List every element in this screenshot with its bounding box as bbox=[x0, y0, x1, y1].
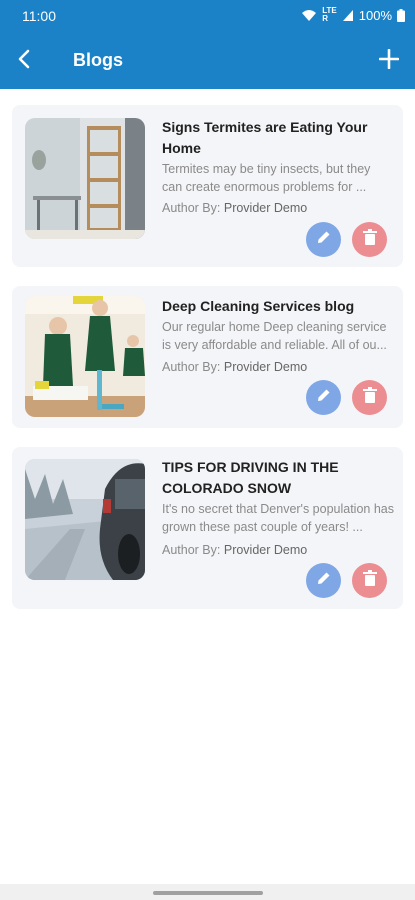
blog-card[interactable]: Signs Termites are Eating Your Home Term… bbox=[12, 105, 403, 267]
blog-thumbnail bbox=[25, 459, 145, 580]
edit-button[interactable] bbox=[306, 563, 341, 598]
battery-icon bbox=[397, 8, 405, 22]
author-label: Author By: bbox=[162, 543, 221, 557]
plus-icon bbox=[378, 48, 400, 74]
blog-card[interactable]: Deep Cleaning Services blog Our regular … bbox=[12, 286, 403, 428]
edit-button[interactable] bbox=[306, 222, 341, 257]
home-gesture-pill[interactable] bbox=[153, 891, 263, 895]
delete-button[interactable] bbox=[352, 563, 387, 598]
chevron-left-icon bbox=[17, 49, 31, 74]
delete-button[interactable] bbox=[352, 222, 387, 257]
blog-author: Author By: Provider Demo bbox=[162, 201, 307, 215]
delete-button[interactable] bbox=[352, 380, 387, 415]
blog-card[interactable]: TIPS FOR DRIVING IN THE COLORADO SNOW It… bbox=[12, 447, 403, 609]
system-nav-bar bbox=[0, 884, 415, 900]
blog-thumbnail bbox=[25, 118, 145, 239]
back-button[interactable] bbox=[10, 47, 38, 75]
wifi-icon bbox=[301, 9, 317, 22]
signal-icon bbox=[342, 9, 354, 22]
add-blog-button[interactable] bbox=[375, 47, 403, 75]
lte-icon: LTE R bbox=[322, 6, 337, 23]
blog-title[interactable]: TIPS FOR DRIVING IN THE COLORADO SNOW bbox=[162, 457, 382, 499]
pencil-icon bbox=[316, 570, 332, 591]
author-label: Author By: bbox=[162, 201, 221, 215]
blog-title[interactable]: Signs Termites are Eating Your Home bbox=[162, 117, 382, 159]
app-bar: Blogs bbox=[0, 33, 415, 89]
edit-button[interactable] bbox=[306, 380, 341, 415]
blog-excerpt: Our regular home Deep cleaning service i… bbox=[162, 320, 387, 352]
trash-icon bbox=[362, 570, 377, 591]
author-name: Provider Demo bbox=[223, 360, 308, 374]
blog-excerpt: It's no secret that Denver's population … bbox=[162, 502, 394, 534]
author-name: Provider Demo bbox=[223, 201, 308, 215]
battery-text: 100% bbox=[358, 7, 392, 23]
blog-title[interactable]: Deep Cleaning Services blog bbox=[162, 296, 382, 317]
blog-thumbnail bbox=[25, 296, 145, 417]
blog-author: Author By: Provider Demo bbox=[162, 543, 307, 557]
status-icons: LTE R 100% bbox=[301, 7, 405, 23]
author-name: Provider Demo bbox=[223, 543, 308, 557]
status-bar: 11:00 LTE R 100% bbox=[0, 0, 415, 33]
pencil-icon bbox=[316, 229, 332, 250]
pencil-icon bbox=[316, 387, 332, 408]
author-label: Author By: bbox=[162, 360, 221, 374]
page-title: Blogs bbox=[73, 50, 124, 70]
trash-icon bbox=[362, 387, 377, 408]
blog-author: Author By: Provider Demo bbox=[162, 360, 307, 374]
trash-icon bbox=[362, 229, 377, 250]
status-time: 11:00 bbox=[22, 8, 56, 24]
blog-excerpt: Termites may be tiny insects, but they c… bbox=[162, 162, 371, 194]
